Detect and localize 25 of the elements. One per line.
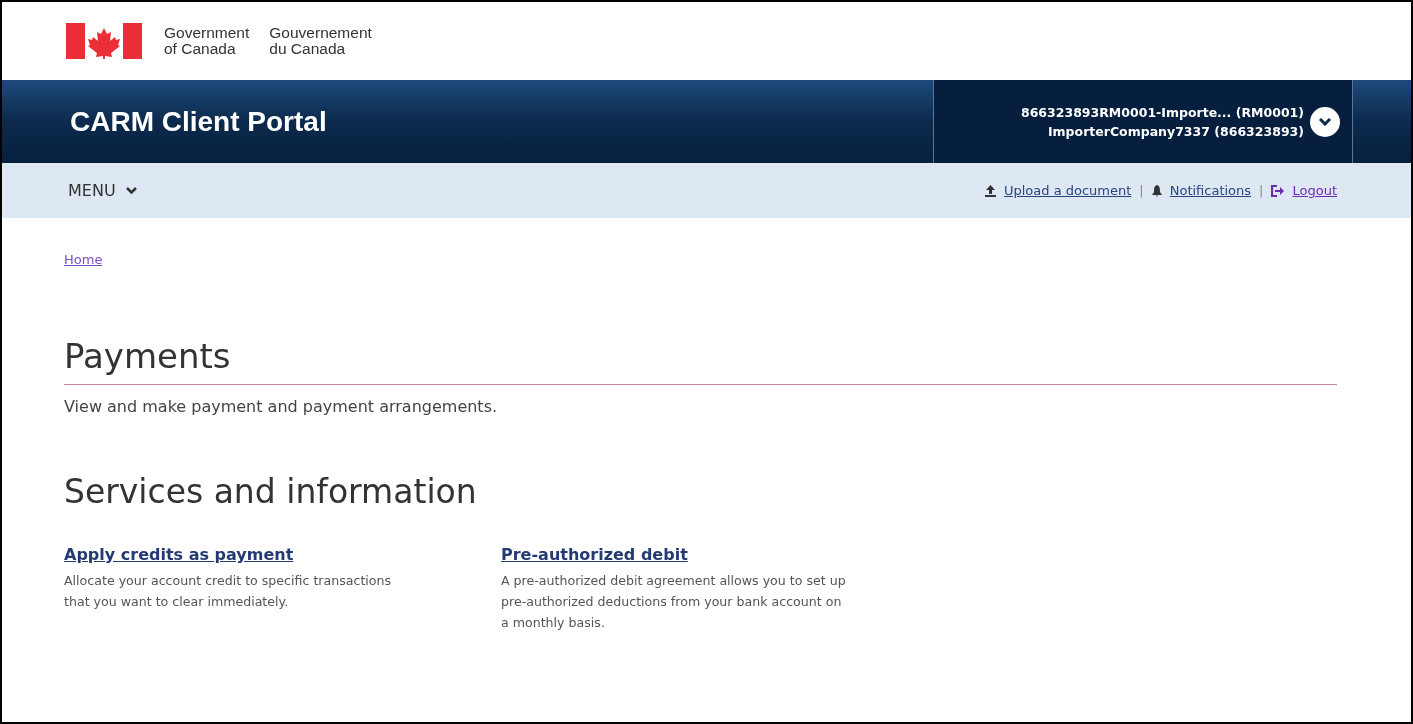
bell-link[interactable]: Notifications bbox=[1169, 183, 1252, 198]
account-name: 866323893RM0001-Importe... (RM0001) ImporterCompany7337 (866323893) bbox=[1020, 103, 1304, 141]
section-heading: Services and information bbox=[64, 472, 478, 511]
page-title: Payments bbox=[64, 336, 1337, 385]
portal-title: CARM Client Portal bbox=[70, 105, 327, 138]
government-name-french: Gouvernement du Canada bbox=[269, 25, 372, 57]
menu-button[interactable]: MENU bbox=[68, 181, 137, 200]
canada-flag-icon bbox=[66, 23, 142, 59]
link-separator: | bbox=[1139, 183, 1144, 198]
chevron-down-icon bbox=[125, 186, 137, 195]
page-description: View and make payment and payment arrangements. bbox=[64, 397, 499, 416]
upload-icon bbox=[984, 184, 996, 197]
upload-link[interactable]: Upload a document bbox=[1003, 183, 1132, 198]
service-link[interactable]: Pre-authorized debit bbox=[501, 545, 688, 564]
link-separator: | bbox=[1259, 183, 1264, 198]
service-description: A pre-authorized debit agreement allows you to set up pre-authorized deductions from your bank account on a monthly basis. bbox=[501, 572, 846, 632]
logout-icon bbox=[1271, 184, 1285, 197]
bell-icon bbox=[1151, 184, 1162, 197]
service-link[interactable]: Apply credits as payment bbox=[64, 545, 294, 564]
chevron-down-icon bbox=[1319, 117, 1331, 126]
government-name-english: Government of Canada bbox=[164, 25, 250, 57]
logout-link[interactable]: Logout bbox=[1292, 183, 1337, 198]
breadcrumb-link[interactable]: Home bbox=[64, 252, 103, 267]
service-description: Allocate your account credit to specific transactions that you want to clear immediately. bbox=[64, 572, 393, 611]
account-dropdown-button[interactable] bbox=[1310, 106, 1340, 137]
